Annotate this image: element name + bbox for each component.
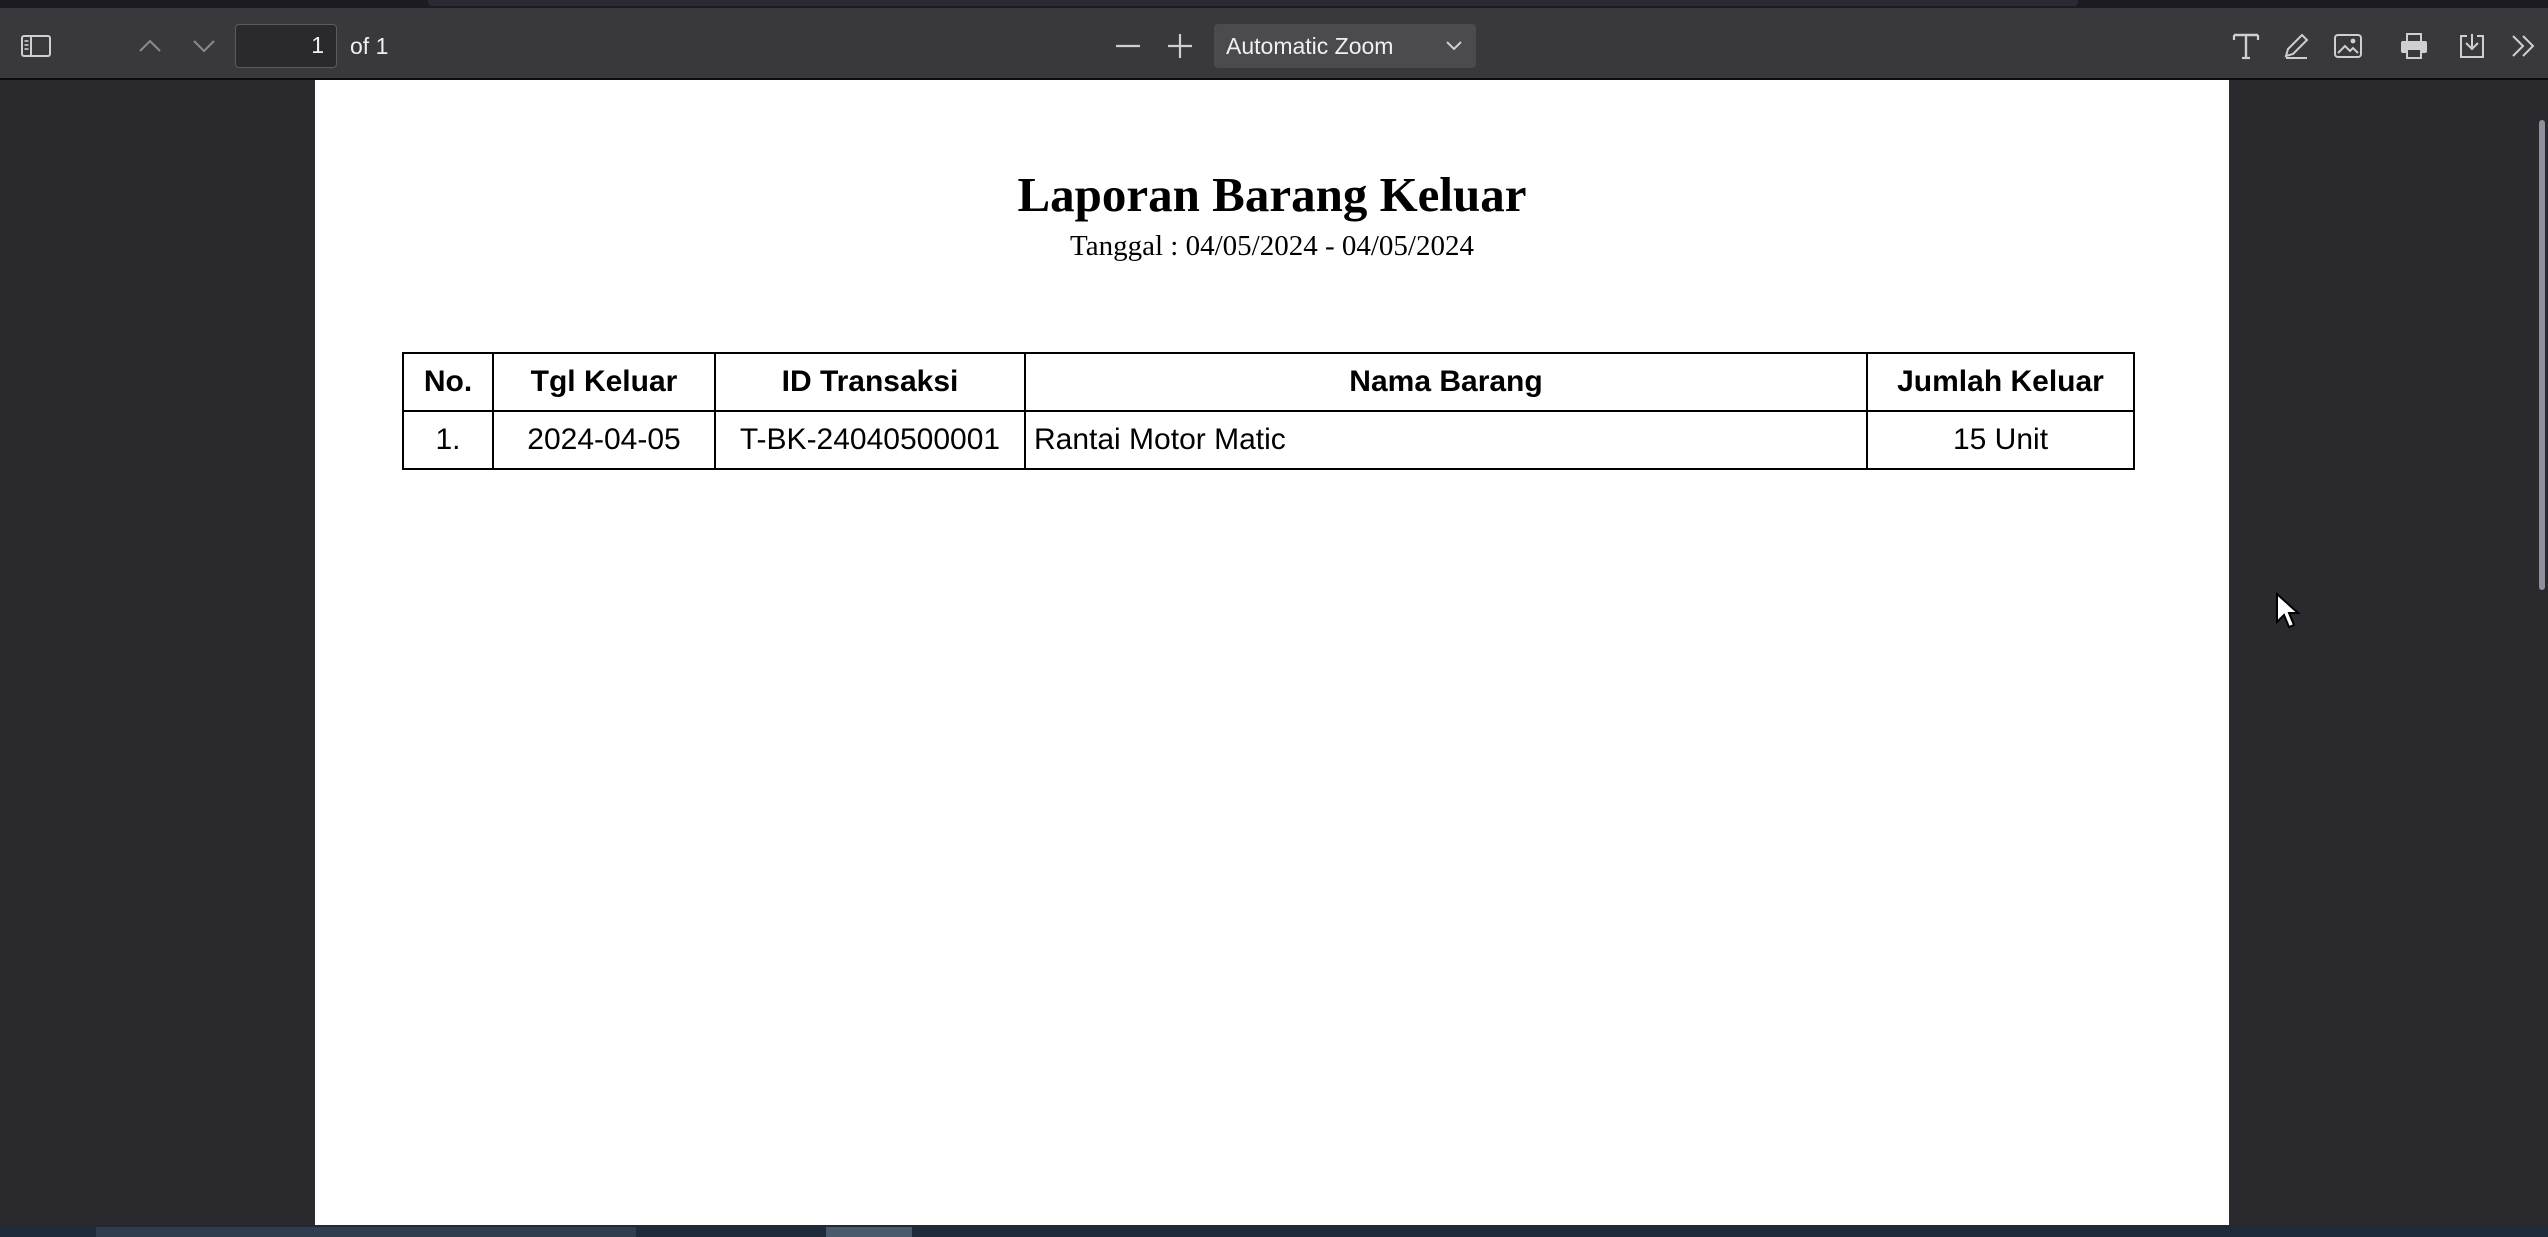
print-button[interactable]: [2392, 24, 2436, 68]
mouse-cursor-icon: [2275, 591, 2301, 635]
printer-icon: [2399, 31, 2429, 61]
header-jumlah-keluar: Jumlah Keluar: [1866, 352, 2135, 412]
text-tool-button[interactable]: [2224, 24, 2268, 68]
zoom-value: Automatic Zoom: [1226, 33, 1394, 59]
cell-nama-barang: Rantai Motor Matic: [1024, 410, 1868, 470]
draw-tool-button[interactable]: [2274, 24, 2318, 68]
cell-tgl-keluar: 2024-04-05: [492, 410, 716, 470]
pdf-page: Laporan Barang Keluar Tanggal : 04/05/20…: [315, 80, 2301, 1225]
text-tool-icon: [2231, 31, 2261, 61]
taskbar-segment: [826, 1227, 912, 1237]
header-tgl-keluar: Tgl Keluar: [492, 352, 716, 412]
window-top-strip: [0, 0, 2548, 8]
cell-no: 1.: [402, 410, 494, 470]
pdf-toolbar: 1 of 1 Automatic Zoom: [0, 8, 2548, 80]
document-viewer[interactable]: Laporan Barang Keluar Tanggal : 04/05/20…: [0, 80, 2548, 1225]
taskbar-strip: [0, 1225, 2548, 1237]
double-chevron-right-icon: [2509, 33, 2539, 59]
header-id-transaksi: ID Transaksi: [714, 352, 1026, 412]
download-icon: [2457, 31, 2487, 61]
header-no: No.: [402, 352, 494, 412]
chevron-down-icon: [191, 38, 217, 54]
header-nama-barang: Nama Barang: [1024, 352, 1868, 412]
plus-icon: [1167, 33, 1193, 59]
next-page-button[interactable]: [182, 24, 226, 68]
image-tool-button[interactable]: [2326, 24, 2370, 68]
pen-icon: [2281, 31, 2311, 61]
report-date-range: Tanggal : 04/05/2024 - 04/05/2024: [1070, 230, 1474, 262]
cell-jumlah-keluar: 15 Unit: [1866, 410, 2135, 470]
save-button[interactable]: [2450, 24, 2494, 68]
sidebar-toggle-icon[interactable]: [14, 24, 58, 68]
chevron-down-icon: [1444, 24, 1464, 82]
zoom-in-button[interactable]: [1158, 24, 1202, 68]
window-top-bar: [428, 0, 2078, 6]
vertical-scrollbar[interactable]: [2536, 80, 2548, 1225]
report-title: Laporan Barang Keluar: [1017, 167, 1527, 222]
previous-page-button[interactable]: [128, 24, 172, 68]
image-icon: [2333, 32, 2363, 60]
zoom-out-button[interactable]: [1106, 24, 1150, 68]
report-table: No. Tgl Keluar ID Transaksi Nama Barang …: [402, 352, 2135, 470]
table-header-row: No. Tgl Keluar ID Transaksi Nama Barang …: [402, 352, 2135, 412]
cell-id-transaksi: T-BK-24040500001: [714, 410, 1026, 470]
zoom-select[interactable]: Automatic Zoom: [1214, 24, 1476, 68]
minus-icon: [1115, 44, 1141, 48]
taskbar-segment: [96, 1227, 636, 1237]
chevron-up-icon: [137, 38, 163, 54]
page-count-label: of 1: [350, 33, 389, 59]
page-number-input[interactable]: 1: [235, 24, 337, 68]
more-tools-button[interactable]: [2504, 24, 2544, 68]
table-row: 1. 2024-04-05 T-BK-24040500001 Rantai Mo…: [402, 410, 2135, 470]
scrollbar-thumb[interactable]: [2539, 120, 2545, 590]
